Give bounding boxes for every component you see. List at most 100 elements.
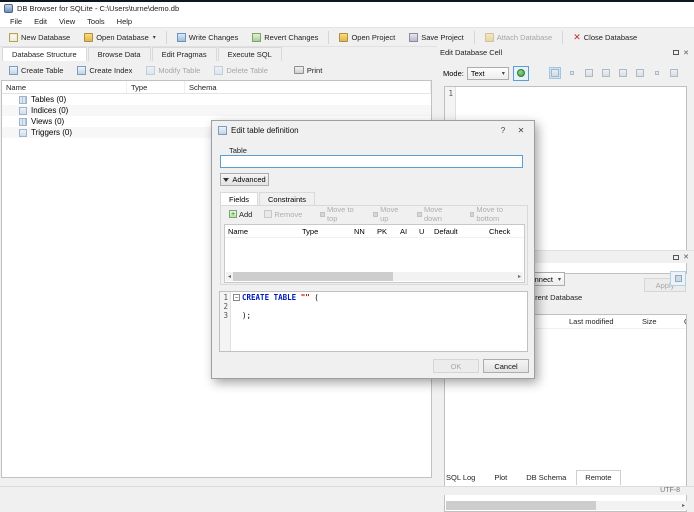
open-project-button[interactable]: Open Project [332, 30, 402, 45]
menu-view[interactable]: View [54, 16, 80, 27]
move-up-button: Move up [368, 205, 410, 223]
mode-select[interactable]: Text ▾ [466, 66, 509, 80]
float-panel-icon[interactable] [671, 253, 681, 262]
scroll-left-icon[interactable]: ◂ [226, 273, 233, 280]
chevron-down-icon: ▾ [501, 70, 505, 77]
field-column-default[interactable]: Default [431, 227, 486, 236]
open-database-button[interactable]: Open Database ▾ [77, 30, 163, 45]
field-column-name[interactable]: Name [225, 227, 299, 236]
dialog-titlebar[interactable]: Edit table definition ? ✕ [212, 121, 534, 139]
tab-fields[interactable]: Fields [220, 192, 259, 206]
remote-settings-button[interactable] [670, 271, 686, 286]
sql-line-numbers: 1 2 3 [220, 292, 231, 351]
float-panel-icon[interactable] [671, 48, 681, 57]
tables-icon [19, 95, 27, 104]
scrollbar-thumb[interactable] [233, 272, 394, 281]
remote-column-last-modified[interactable]: Last modified [565, 317, 638, 326]
menu-tools[interactable]: Tools [82, 16, 110, 27]
print-cell-icon[interactable] [668, 67, 680, 79]
auto-apply-button[interactable] [512, 65, 529, 81]
close-panel-icon[interactable]: ✕ [681, 48, 691, 57]
advanced-toggle-button[interactable]: Advanced [220, 173, 269, 186]
field-column-nn[interactable]: NN [351, 227, 374, 236]
triggers-icon [19, 128, 27, 137]
tab-constraints[interactable]: Constraints [259, 192, 315, 206]
scroll-right-icon[interactable]: ▸ [680, 502, 687, 509]
fold-collapse-icon[interactable]: − [233, 294, 240, 301]
tree-item-tables[interactable]: Tables (0) [2, 94, 431, 105]
table-name-label: Table [229, 146, 247, 155]
binary-mode-icon[interactable] [566, 67, 578, 79]
fields-horizontal-scrollbar[interactable]: ◂ ▸ [226, 272, 523, 281]
attach-database-button: Attach Database [478, 30, 559, 45]
edit-cell-panel-title: Edit Database Cell [440, 48, 503, 57]
field-column-type[interactable]: Type [299, 227, 351, 236]
toolbar-separator [165, 30, 167, 44]
edit-table-definition-dialog: Edit table definition ? ✕ Table Advanced… [211, 120, 535, 379]
save-project-button[interactable]: Save Project [402, 30, 471, 45]
fullscreen-icon[interactable] [634, 67, 646, 79]
tab-plot[interactable]: Plot [485, 470, 516, 485]
tree-item-indices[interactable]: Indices (0) [2, 105, 431, 116]
dialog-help-button[interactable]: ? [496, 124, 510, 136]
create-table-button[interactable]: Create Table [2, 63, 70, 78]
delete-table-icon [214, 65, 224, 75]
remote-column-size[interactable]: Size [638, 317, 680, 326]
menu-file[interactable]: File [5, 16, 27, 27]
export-file-icon[interactable] [600, 67, 612, 79]
new-database-button[interactable]: New Database [2, 30, 77, 45]
tab-remote[interactable]: Remote [576, 470, 621, 485]
column-header-schema[interactable]: Schema [185, 80, 431, 94]
close-database-button[interactable]: ✕ Close Database [566, 30, 644, 45]
cancel-button[interactable]: Cancel [483, 359, 529, 373]
column-header-name[interactable]: Name [2, 80, 127, 94]
scroll-right-icon[interactable]: ▸ [516, 273, 523, 280]
move-to-top-icon [320, 211, 325, 217]
schema-tree-header: Name Type Schema [2, 80, 431, 94]
remote-horizontal-scrollbar[interactable]: ▸ [446, 501, 687, 510]
text-mode-icon[interactable] [548, 67, 561, 79]
field-column-pk[interactable]: PK [374, 227, 397, 236]
open-database-icon [84, 32, 94, 42]
tab-database-structure[interactable]: Database Structure [2, 47, 87, 61]
create-index-button[interactable]: Create Index [70, 63, 139, 78]
chevron-down-icon [223, 177, 230, 182]
remote-column-commit[interactable]: Commit [680, 317, 686, 326]
null-icon[interactable] [651, 67, 663, 79]
tab-execute-sql[interactable]: Execute SQL [217, 47, 282, 61]
move-to-top-button: Move to top [315, 205, 366, 223]
add-field-button[interactable]: + Add [224, 210, 257, 219]
toolbar-separator [473, 30, 475, 44]
field-column-ai[interactable]: AI [397, 227, 416, 236]
print-button[interactable]: Print [287, 63, 329, 78]
move-to-bottom-icon [469, 211, 475, 217]
field-column-check[interactable]: Check [486, 227, 524, 236]
fields-table-header: Name Type NN PK AI U Default Check [225, 225, 524, 238]
field-column-u[interactable]: U [416, 227, 431, 236]
status-bar: UTF-8 [0, 486, 694, 495]
write-changes-button[interactable]: Write Changes [170, 30, 245, 45]
menu-help[interactable]: Help [112, 16, 137, 27]
menubar: File Edit View Tools Help [0, 15, 694, 28]
open-database-dropdown-icon[interactable]: ▾ [153, 34, 156, 41]
revert-changes-button[interactable]: Revert Changes [245, 30, 325, 45]
scrollbar-thumb[interactable] [446, 501, 596, 510]
tab-db-schema[interactable]: DB Schema [517, 470, 575, 485]
tab-browse-data[interactable]: Browse Data [87, 47, 151, 61]
sql-preview-editor[interactable]: 1 2 3 − CREATE TABLE "" ( ); [219, 291, 528, 352]
new-database-icon [9, 32, 18, 42]
create-table-icon [9, 65, 18, 75]
import-file-icon[interactable] [583, 67, 595, 79]
toolbar-separator [562, 30, 564, 44]
dialog-close-button[interactable]: ✕ [514, 124, 528, 136]
column-header-type[interactable]: Type [127, 80, 185, 94]
tab-edit-pragmas[interactable]: Edit Pragmas [151, 47, 217, 61]
delete-table-button: Delete Table [207, 63, 275, 78]
edit-cell-toolbar: Mode: Text ▾ [437, 62, 694, 84]
tab-sql-log[interactable]: SQL Log [437, 470, 484, 485]
close-panel-icon[interactable]: ✕ [681, 253, 691, 262]
save-cell-icon[interactable] [617, 67, 629, 79]
write-changes-icon [176, 32, 186, 42]
menu-edit[interactable]: Edit [29, 16, 52, 27]
table-name-input[interactable] [220, 155, 523, 168]
